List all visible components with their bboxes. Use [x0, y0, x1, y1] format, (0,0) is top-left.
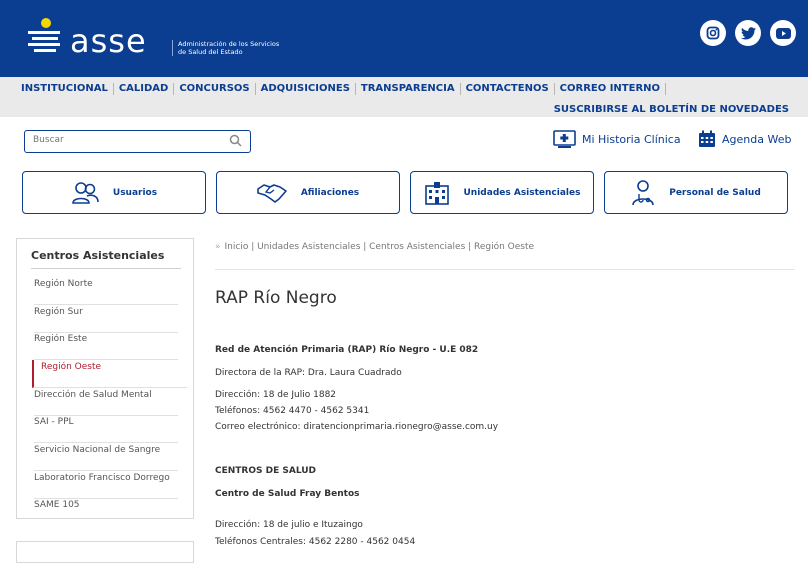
- twitter-icon[interactable]: [735, 20, 761, 46]
- logo-text: asse: [70, 22, 147, 60]
- card-unidades-asistenciales[interactable]: Unidades Asistenciales: [410, 171, 594, 214]
- centros-heading: CENTROS DE SALUD: [215, 466, 317, 476]
- card-usuarios-label: Usuarios: [112, 187, 158, 198]
- site-header: asse Administración de los Servicios de …: [0, 0, 808, 77]
- sidebar-centros: Centros Asistenciales Región Norte Regió…: [16, 238, 194, 519]
- instagram-icon[interactable]: [700, 20, 726, 46]
- sidebar-item-salud-mental[interactable]: Dirección de Salud Mental: [34, 388, 178, 416]
- sidebar-item-same-105[interactable]: SAME 105: [34, 498, 178, 525]
- breadcrumb-text[interactable]: Inicio | Unidades Asistenciales | Centro…: [225, 242, 535, 252]
- card-afiliaciones-label: Afiliaciones: [300, 187, 360, 198]
- youtube-icon[interactable]: [770, 20, 796, 46]
- logo-mark-icon: [28, 18, 60, 52]
- sidebar-item-region-este[interactable]: Región Este: [34, 332, 178, 360]
- rap-heading: Red de Atención Primaria (RAP) Río Negro…: [215, 345, 479, 355]
- doctor-icon: [632, 179, 655, 205]
- rap-direccion: Dirección: 18 de Julio 1882: [215, 390, 337, 400]
- calendar-icon: [699, 130, 715, 147]
- search-input[interactable]: [31, 134, 225, 146]
- nav-item-institucional[interactable]: INSTITUCIONAL: [16, 83, 114, 95]
- nav-item-concursos[interactable]: CONCURSOS: [174, 83, 256, 95]
- search-box: [24, 130, 251, 153]
- hospital-icon: [424, 181, 449, 205]
- breadcrumb[interactable]: » Inicio | Unidades Asistenciales | Centr…: [215, 242, 534, 252]
- agenda-web-label: Agenda Web: [722, 132, 792, 146]
- nav-item-adquisiciones[interactable]: ADQUISICIONES: [256, 83, 356, 95]
- historia-clinica-link[interactable]: Mi Historia Clínica: [553, 130, 681, 148]
- newsletter-link[interactable]: SUSCRIBIRSE AL BOLETÍN DE NOVEDADES: [554, 104, 789, 115]
- medical-record-icon: [553, 130, 576, 148]
- main-nav: INSTITUCIONAL CALIDAD CONCURSOS ADQUISIC…: [0, 77, 808, 117]
- nav-item-contactenos[interactable]: CONTACTENOS: [461, 83, 555, 95]
- card-personal-label: Personal de Salud: [669, 187, 761, 198]
- centro-fray-bentos-direccion: Dirección: 18 de julio e Ituzaingo: [215, 520, 363, 530]
- nav-item-calidad[interactable]: CALIDAD: [114, 83, 175, 95]
- sidebar-item-sai-ppl[interactable]: SAI - PPL: [34, 415, 178, 443]
- divider: [31, 268, 181, 269]
- centro-fray-bentos-name: Centro de Salud Fray Bentos: [215, 489, 360, 499]
- historia-clinica-label: Mi Historia Clínica: [582, 132, 681, 146]
- breadcrumb-chevron-icon: »: [215, 242, 221, 252]
- nav-items: INSTITUCIONAL CALIDAD CONCURSOS ADQUISIC…: [16, 83, 667, 95]
- nav-item-correo-interno[interactable]: CORREO INTERNO: [555, 83, 667, 95]
- nav-item-transparencia[interactable]: TRANSPARENCIA: [356, 83, 461, 95]
- agenda-web-link[interactable]: Agenda Web: [698, 130, 791, 148]
- divider: [215, 269, 795, 270]
- card-unidades-label: Unidades Asistenciales: [463, 187, 581, 198]
- sidebar-item-region-sur[interactable]: Región Sur: [34, 305, 178, 333]
- logo-subtitle: Administración de los Servicios de Salud…: [172, 40, 288, 56]
- rap-correo[interactable]: Correo electrónico: diratencionprimaria.…: [215, 422, 498, 432]
- rap-telefonos: Teléfonos: 4562 4470 - 4562 5341: [215, 406, 370, 416]
- card-usuarios[interactable]: Usuarios: [22, 171, 206, 214]
- card-afiliaciones[interactable]: Afiliaciones: [216, 171, 400, 214]
- sidebar-item-region-oeste[interactable]: Región Oeste: [32, 360, 187, 388]
- handshake-icon: [257, 183, 287, 203]
- sidebar-item-laboratorio[interactable]: Laboratorio Francisco Dorrego: [34, 471, 178, 499]
- card-personal-salud[interactable]: Personal de Salud: [604, 171, 788, 214]
- centro-fray-bentos-telefonos: Teléfonos Centrales: 4562 2280 - 4562 04…: [215, 537, 416, 547]
- sidebar-item-sangre[interactable]: Servicio Nacional de Sangre: [34, 443, 178, 471]
- sidebar-item-region-norte[interactable]: Región Norte: [34, 277, 178, 305]
- rap-directora: Directora de la RAP: Dra. Laura Cuadrado: [215, 368, 402, 378]
- page-title: RAP Río Negro: [215, 288, 337, 308]
- sidebar-secondary: [16, 541, 194, 563]
- users-icon: [72, 181, 99, 204]
- sidebar-title: Centros Asistenciales: [31, 249, 165, 262]
- search-icon[interactable]: [229, 134, 242, 147]
